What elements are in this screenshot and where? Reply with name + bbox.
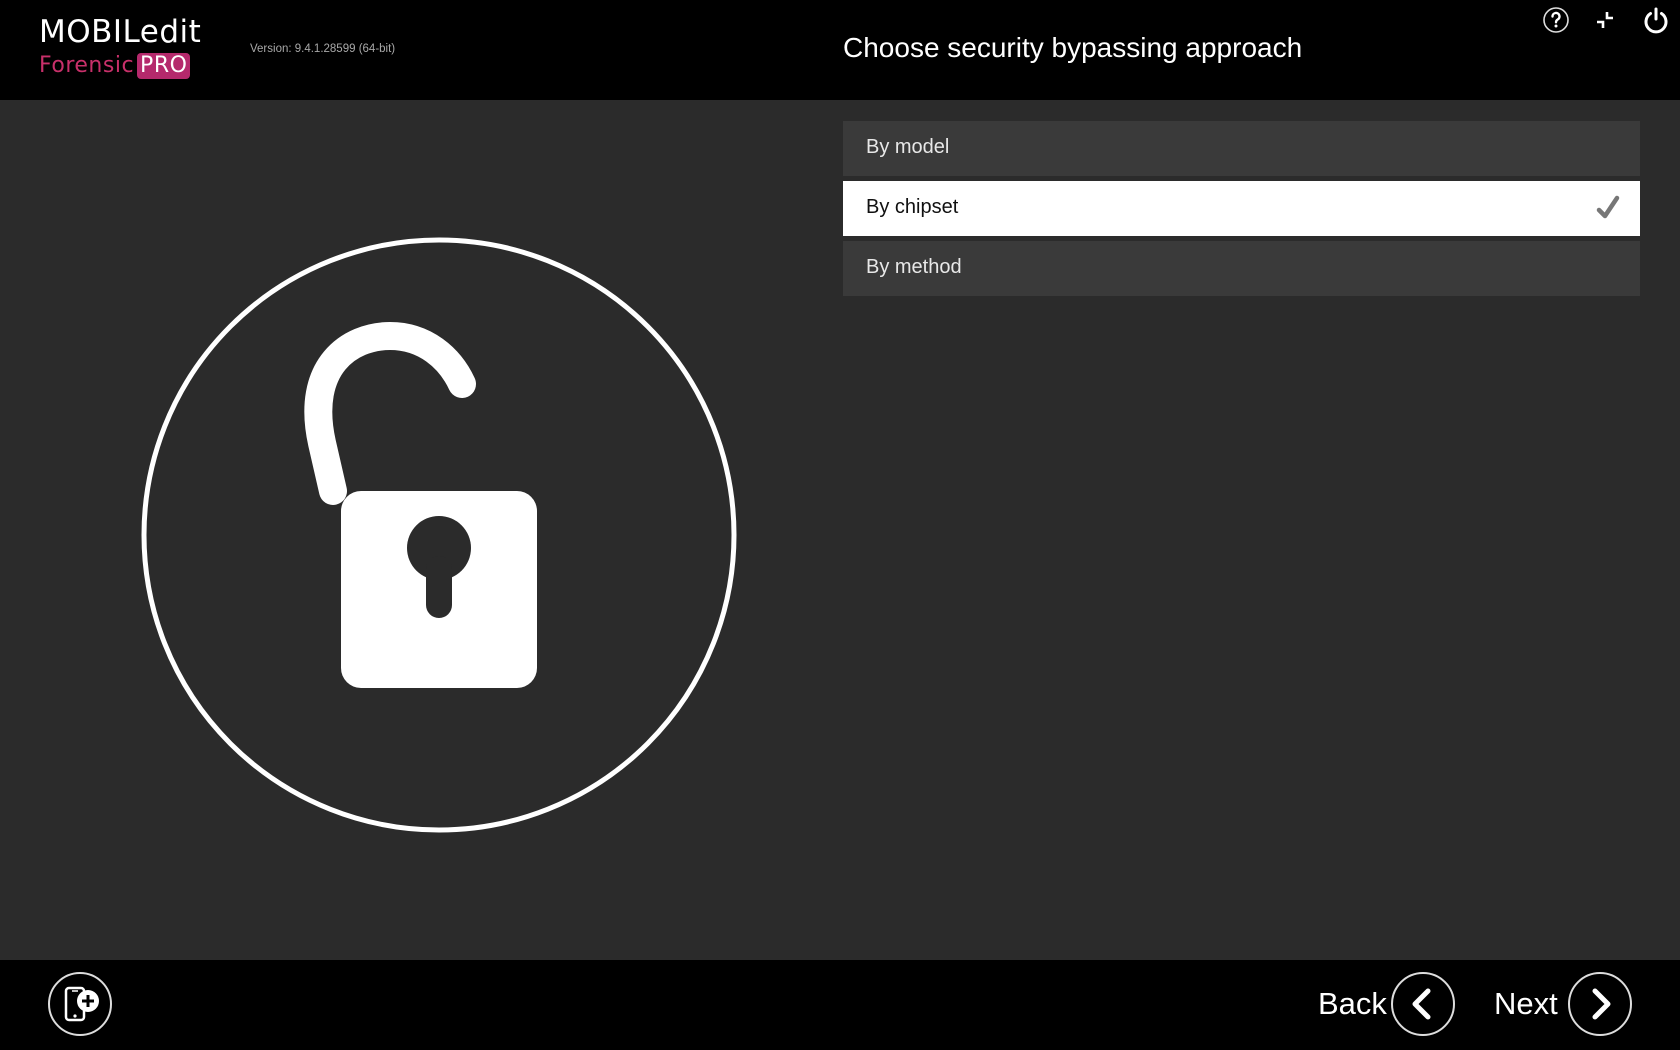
logo-badge: PRO xyxy=(137,53,191,79)
option-by-method[interactable]: By method xyxy=(843,241,1640,296)
add-device-button[interactable] xyxy=(48,972,112,1036)
minimize-button[interactable] xyxy=(1589,4,1621,36)
power-icon xyxy=(1644,7,1668,34)
approach-option-list: By model By chipset By method xyxy=(843,121,1640,301)
chevron-left-icon xyxy=(1412,988,1431,1020)
option-by-model[interactable]: By model xyxy=(843,121,1640,176)
next-label[interactable]: Next xyxy=(1494,986,1558,1022)
header-bar: MOBILedit Forensic PRO Version: 9.4.1.285… xyxy=(0,0,1680,100)
unlocked-padlock-icon xyxy=(141,237,737,833)
page-title: Choose security bypassing approach xyxy=(843,32,1303,63)
option-label: By method xyxy=(866,256,962,278)
next-button[interactable] xyxy=(1568,972,1632,1036)
help-button[interactable] xyxy=(1540,4,1572,36)
power-button[interactable] xyxy=(1640,4,1672,36)
minimize-icon xyxy=(1597,12,1613,28)
logo-secondary-text: Forensic xyxy=(39,53,135,78)
chevron-right-icon xyxy=(1592,988,1611,1020)
back-button[interactable] xyxy=(1391,972,1455,1036)
back-label[interactable]: Back xyxy=(1318,986,1387,1022)
logo-secondary: Forensic PRO xyxy=(39,53,191,79)
version-label: Version: 9.4.1.28599 (64-bit) xyxy=(250,43,396,55)
option-by-chipset[interactable]: By chipset xyxy=(843,181,1640,236)
option-label: By model xyxy=(866,136,950,158)
logo-primary: MOBILedit xyxy=(39,14,202,50)
unlocked-padlock-illustration xyxy=(140,236,738,834)
checkmark-icon xyxy=(1596,195,1620,219)
add-device-icon xyxy=(64,986,99,1022)
help-icon xyxy=(1543,7,1569,33)
option-label: By chipset xyxy=(866,196,959,218)
